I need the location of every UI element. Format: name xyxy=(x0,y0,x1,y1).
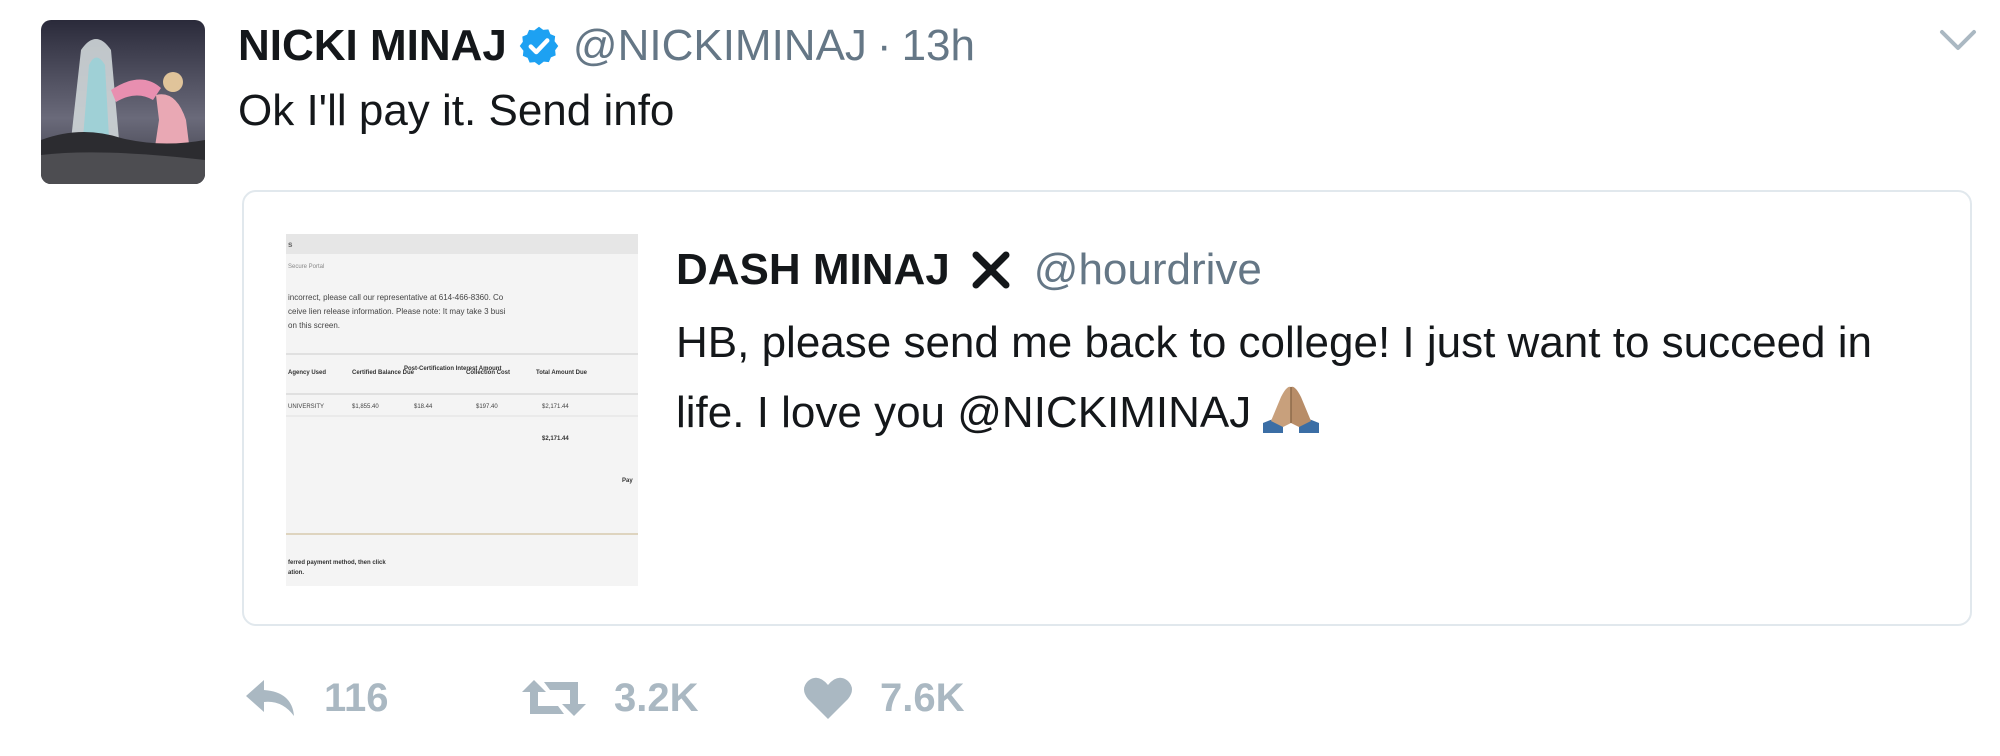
image-th-5: Total Amount Due xyxy=(536,370,588,376)
tweet-text: Ok I'll pay it. Send info xyxy=(238,86,675,135)
retweet-icon xyxy=(522,680,586,716)
timestamp[interactable]: 13h xyxy=(902,21,975,71)
image-footer: ferred payment method, then click xyxy=(288,560,386,566)
image-line-3: on this screen. xyxy=(288,321,340,330)
image-td-5: $2,171.44 xyxy=(542,404,569,410)
folded-hands-icon xyxy=(1263,386,1320,433)
quoted-tweet-text: HB, please send me back to college! I ju… xyxy=(676,308,1876,448)
quoted-author-handle[interactable]: @hourdrive xyxy=(1034,245,1262,295)
svg-text:s: s xyxy=(288,240,293,249)
retweet-count: 3.2K xyxy=(614,675,699,720)
reply-icon xyxy=(246,680,294,716)
retweet-button[interactable]: 3.2K xyxy=(520,670,699,726)
image-td-2: $1,855.40 xyxy=(352,404,379,410)
image-td-1: UNIVERSITY xyxy=(288,404,324,410)
svg-text:Secure Portal: Secure Portal xyxy=(288,264,324,270)
author-handle[interactable]: @NICKIMINAJ xyxy=(573,21,867,71)
verified-badge-icon xyxy=(519,26,559,66)
quoted-author-name[interactable]: DASH MINAJ xyxy=(676,245,950,295)
like-count: 7.6K xyxy=(880,675,965,720)
quoted-tweet-header: DASH MINAJ @hourdrive xyxy=(676,240,1262,300)
quoted-tweet-image[interactable]: s Secure Portal incorrect, please call o… xyxy=(286,234,638,586)
separator-dot: · xyxy=(876,21,892,70)
image-line-1: incorrect, please call our representativ… xyxy=(288,293,504,302)
avatar[interactable] xyxy=(41,20,205,184)
tweet-header: NICKI MINAJ @NICKIMINAJ · 13h xyxy=(238,18,975,74)
heart-icon xyxy=(804,677,852,719)
chevron-down-icon[interactable] xyxy=(1938,26,1978,54)
image-line-2: ceive lien release information. Please n… xyxy=(288,307,506,316)
reply-button[interactable]: 116 xyxy=(242,670,389,726)
svg-text:Pay: Pay xyxy=(622,478,633,484)
image-td-4: $197.40 xyxy=(476,404,498,410)
like-button[interactable]: 7.6K xyxy=(802,670,965,726)
image-th-1: Agency Used xyxy=(288,370,326,376)
image-th-4: Collection Cost xyxy=(466,370,510,376)
author-name[interactable]: NICKI MINAJ xyxy=(238,21,507,71)
quoted-tweet[interactable]: s Secure Portal incorrect, please call o… xyxy=(242,190,1972,626)
svg-text:ation.: ation. xyxy=(288,570,304,576)
reply-count: 116 xyxy=(324,675,389,720)
heavy-x-icon xyxy=(972,251,1010,289)
image-total: $2,171.44 xyxy=(542,436,569,442)
image-td-3: $18.44 xyxy=(414,404,433,410)
